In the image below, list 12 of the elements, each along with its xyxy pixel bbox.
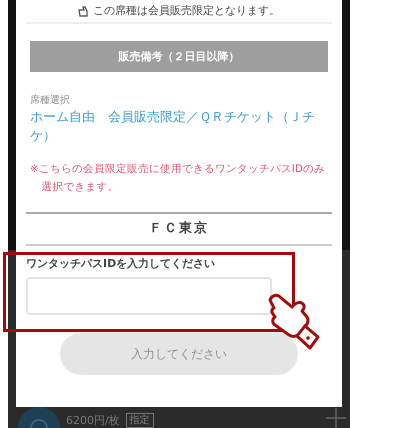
club-name: ＦＣ東京 <box>148 220 210 238</box>
member-note: ※こちらの会員限定販売に使用できるワンタッチパスIDのみ選択できます。 <box>30 162 326 195</box>
avatar-icon <box>18 407 60 428</box>
section-header: 販売備考（２日目以降） <box>30 41 328 72</box>
field-label: ワンタッチパスIDを入力してください <box>26 256 216 272</box>
seat-label: 席種選択 <box>30 94 71 108</box>
notice-text: この席種は会員販売限定となります。 <box>93 3 280 20</box>
seat-tag: 指定 <box>126 413 154 428</box>
plus-icon[interactable] <box>326 408 346 428</box>
seat-type-link[interactable]: ホーム自由 会員販売限定／ＱＲチケット（Ｊチケ） <box>30 108 328 146</box>
price-text: 6200円/枚 <box>66 414 120 428</box>
pass-id-field[interactable] <box>26 276 272 314</box>
